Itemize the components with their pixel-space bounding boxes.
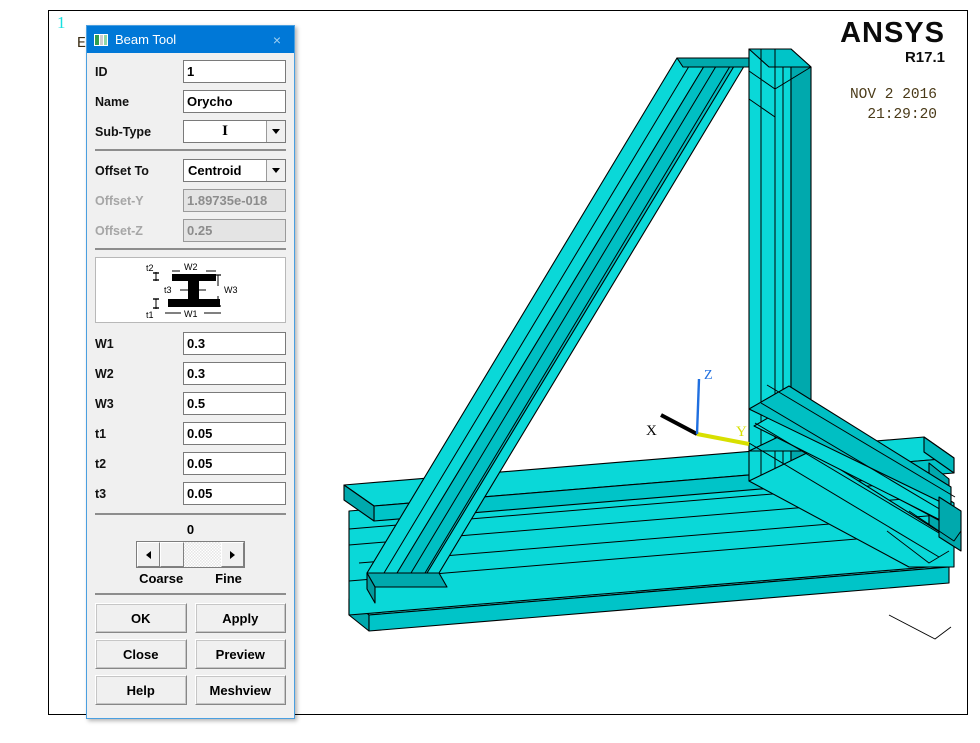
dimension-label-t2: t2 [95, 456, 107, 471]
offset-y-label: Offset-Y [95, 193, 144, 208]
offset-to-row: Offset To Centroid [95, 158, 286, 183]
divider-4 [95, 593, 286, 595]
mesh-density-slider[interactable] [136, 541, 245, 568]
sub-type-row: Sub-Type I [95, 119, 286, 144]
dim-label-t1: t1 [146, 310, 154, 318]
stamp-date: NOV 2 2016 [849, 87, 937, 103]
dimension-label-w2: W2 [95, 366, 114, 381]
slider-right-arrow-icon[interactable] [221, 542, 244, 567]
help-button[interactable]: Help [95, 675, 187, 705]
dimension-label-t1: t1 [95, 426, 107, 441]
offset-z-label: Offset-Z [95, 223, 143, 238]
axis-y-label: Y [736, 424, 747, 440]
apply-button[interactable]: Apply [194, 603, 286, 633]
dimension-input-w2[interactable]: 0.3 [183, 362, 286, 385]
slider-left-arrow-icon[interactable] [137, 542, 160, 567]
dimension-row-w1: W1 0.3 [95, 331, 286, 356]
sub-type-value: I [222, 123, 228, 139]
offset-z-input: 0.25 [183, 219, 286, 242]
ok-button[interactable]: OK [95, 603, 187, 633]
beam-tool-dialog[interactable]: Beam Tool × ID 1 Name Orycho Sub-Type I … [86, 25, 295, 719]
preview-button[interactable]: Preview [194, 639, 286, 669]
dimension-row-w3: W3 0.5 [95, 391, 286, 416]
dimension-row-t3: t3 0.05 [95, 481, 286, 506]
id-row: ID 1 [95, 59, 286, 84]
timestamp-block: NOV 2 2016 21:29:20 [850, 86, 937, 125]
dimension-input-t1[interactable]: 0.05 [183, 422, 286, 445]
dialog-button-grid: OK Apply Close Preview Help Meshview [95, 603, 286, 705]
i-beam-section-icon: t2 t1 t3 W2 W3 W1 [146, 262, 238, 318]
truss-model [343, 48, 962, 640]
name-input[interactable]: Orycho [183, 90, 286, 113]
dialog-title: Beam Tool [115, 32, 177, 47]
ansys-logo: ANSYS R17.1 [840, 17, 945, 67]
slider-track-area[interactable] [184, 542, 221, 567]
stamp-time: 21:29:20 [867, 106, 937, 123]
close-icon[interactable]: × [264, 30, 290, 50]
dimension-label-w1: W1 [95, 336, 114, 351]
view-number-label: 1 [57, 13, 66, 32]
divider-2 [95, 248, 286, 250]
name-label: Name [95, 94, 130, 109]
coordinate-triad: X Y Z [646, 368, 750, 446]
dimension-label-w3: W3 [95, 396, 114, 411]
dimension-row-t2: t2 0.05 [95, 451, 286, 476]
close-button[interactable]: Close [95, 639, 187, 669]
dimension-input-w3[interactable]: 0.5 [183, 392, 286, 415]
ansys-revision-text: R17.1 [904, 49, 945, 66]
dim-label-t3: t3 [164, 285, 172, 295]
section-diagram: t2 t1 t3 W2 W3 W1 [95, 257, 286, 323]
slider-fine-label: Fine [215, 571, 242, 586]
slider-thumb[interactable] [160, 542, 184, 567]
axis-z-line [695, 378, 701, 435]
dim-label-t2: t2 [146, 263, 154, 273]
ansys-brand-text: ANSYS [840, 17, 945, 49]
divider-3 [95, 513, 286, 515]
beam-tool-icon [94, 33, 108, 46]
mesh-density-control[interactable]: 0 Coarse Fine [95, 522, 286, 586]
offset-z-row: Offset-Z 0.25 [95, 218, 286, 243]
offset-to-select[interactable]: Centroid [183, 159, 286, 182]
divider-1 [95, 149, 286, 151]
dim-label-w1: W1 [184, 309, 198, 318]
dimension-label-t3: t3 [95, 486, 107, 501]
sub-type-select[interactable]: I [183, 120, 286, 143]
offset-y-input: 1.89735e-018 [183, 189, 286, 212]
dimension-input-w1[interactable]: 0.3 [183, 332, 286, 355]
name-row: Name Orycho [95, 89, 286, 114]
chevron-down-icon[interactable] [266, 160, 285, 181]
dimension-list: W1 0.3 W2 0.3 W3 0.5 t1 0.05 t2 0.05 t3 … [95, 331, 286, 506]
offset-to-value: Centroid [188, 163, 242, 178]
dimension-input-t3[interactable]: 0.05 [183, 482, 286, 505]
chevron-down-icon[interactable] [266, 121, 285, 142]
offset-to-label: Offset To [95, 163, 149, 178]
axis-x-line [660, 413, 698, 436]
dim-label-w3: W3 [224, 285, 238, 295]
dimension-row-t1: t1 0.05 [95, 421, 286, 446]
offset-y-row: Offset-Y 1.89735e-018 [95, 188, 286, 213]
mesh-density-value: 0 [186, 522, 195, 537]
dialog-titlebar[interactable]: Beam Tool × [87, 26, 294, 53]
sub-type-label: Sub-Type [95, 124, 152, 139]
id-label: ID [95, 64, 108, 79]
dim-label-w2: W2 [184, 262, 198, 272]
axis-z-label: Z [704, 368, 713, 383]
slider-coarse-label: Coarse [139, 571, 184, 586]
id-input[interactable]: 1 [183, 60, 286, 83]
axis-x-label: X [646, 423, 657, 439]
dimension-input-t2[interactable]: 0.05 [183, 452, 286, 475]
meshview-button[interactable]: Meshview [194, 675, 286, 705]
dimension-row-w2: W2 0.3 [95, 361, 286, 386]
